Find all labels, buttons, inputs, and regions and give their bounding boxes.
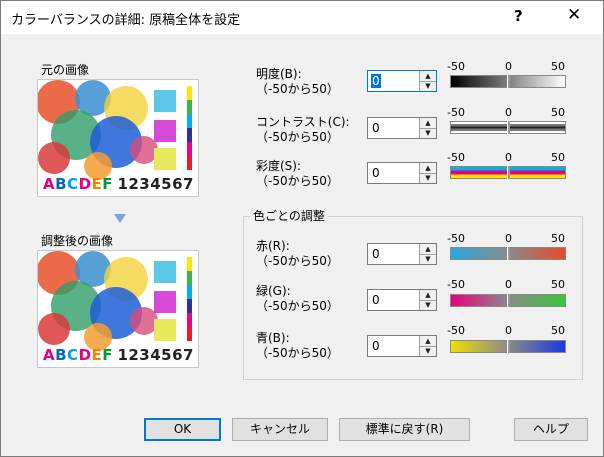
adjusted-image-label: 調整後の画像	[41, 234, 114, 248]
original-image-label: 元の画像	[41, 63, 90, 77]
scale-mid: 0	[505, 60, 512, 73]
slider-thumb[interactable]	[507, 121, 510, 134]
green-value[interactable]: 0	[372, 293, 380, 307]
scale-mid: 0	[505, 278, 512, 291]
green-spinner[interactable]: 0 ▲ ▼	[367, 289, 437, 311]
sample-letter: E	[91, 175, 103, 193]
red-value[interactable]: 0	[372, 247, 380, 261]
help-icon[interactable]: ?	[514, 7, 523, 25]
scale-min: -50	[447, 324, 465, 337]
brightness-down-button[interactable]: ▼	[420, 81, 436, 91]
slider-thumb[interactable]	[507, 247, 510, 260]
brightness-spinner[interactable]: 0 ▲ ▼	[367, 70, 437, 92]
saturation-down-button[interactable]: ▼	[420, 173, 436, 183]
scale-mid: 0	[505, 324, 512, 337]
slider-thumb[interactable]	[507, 166, 510, 179]
title-bar: カラーバランスの詳細: 原稿全体を設定 ? ✕	[1, 1, 603, 34]
blue-slider[interactable]	[450, 340, 566, 353]
reset-button[interactable]: 標準に戻す(R)	[339, 418, 470, 441]
sample-letter: D	[78, 175, 92, 193]
sample-text-numbers: 1234567	[117, 175, 194, 193]
sample-letter: F	[102, 346, 114, 364]
contrast-spinner[interactable]: 0 ▲ ▼	[367, 117, 437, 139]
scale-min: -50	[447, 278, 465, 291]
sample-letter: D	[78, 346, 92, 364]
blue-value[interactable]: 0	[372, 339, 380, 353]
scale-min: -50	[447, 60, 465, 73]
scale-mid: 0	[505, 232, 512, 245]
sample-text-abc: ABCDEF	[43, 346, 113, 364]
scale-max: 50	[551, 151, 565, 164]
color-balance-dialog: カラーバランスの詳細: 原稿全体を設定 ? ✕ 元の画像 ABCDEF 1234…	[0, 0, 604, 457]
scale-max: 50	[551, 106, 565, 119]
red-spinner[interactable]: 0 ▲ ▼	[367, 243, 437, 265]
brightness-value[interactable]: 0	[371, 74, 381, 88]
sample-letter: E	[91, 346, 103, 364]
red-down-button[interactable]: ▼	[420, 254, 436, 264]
scale-max: 50	[551, 278, 565, 291]
contrast-slider[interactable]	[450, 121, 566, 134]
close-icon[interactable]: ✕	[567, 5, 581, 25]
blue-spinner[interactable]: 0 ▲ ▼	[367, 335, 437, 357]
sample-letter: B	[55, 175, 68, 193]
contrast-label: コントラスト(C): （-50から50）	[256, 115, 350, 144]
saturation-spinner[interactable]: 0 ▲ ▼	[367, 162, 437, 184]
slider-thumb[interactable]	[507, 75, 510, 88]
scale-min: -50	[447, 232, 465, 245]
sample-text-abc: ABCDEF	[43, 175, 113, 193]
blue-label: 青(B): （-50から50）	[256, 331, 339, 360]
cancel-button[interactable]: キャンセル	[232, 418, 328, 441]
color-adjust-group-title: 色ごとの調整	[250, 207, 328, 224]
sample-text-numbers: 1234567	[117, 346, 194, 364]
window-title: カラーバランスの詳細: 原稿全体を設定	[11, 13, 241, 28]
adjusted-image-preview: ABCDEF 1234567	[37, 250, 199, 368]
contrast-value[interactable]: 0	[372, 121, 380, 135]
saturation-value[interactable]: 0	[372, 166, 380, 180]
ok-button[interactable]: OK	[144, 418, 221, 441]
green-label: 緑(G): （-50から50）	[256, 284, 339, 313]
saturation-slider[interactable]	[450, 166, 566, 179]
brightness-label: 明度(B): （-50から50）	[256, 67, 339, 96]
sample-letter: C	[67, 175, 79, 193]
original-image-preview: ABCDEF 1234567	[37, 79, 199, 197]
slider-thumb[interactable]	[507, 340, 510, 353]
scale-mid: 0	[505, 151, 512, 164]
brightness-slider[interactable]	[450, 75, 566, 88]
green-slider[interactable]	[450, 294, 566, 307]
scale-max: 50	[551, 232, 565, 245]
sample-letter: F	[102, 175, 114, 193]
scale-min: -50	[447, 106, 465, 119]
green-down-button[interactable]: ▼	[420, 300, 436, 310]
sample-letter: A	[43, 175, 56, 193]
slider-thumb[interactable]	[507, 294, 510, 307]
down-arrow-icon	[114, 214, 126, 223]
help-button[interactable]: ヘルプ	[514, 418, 588, 441]
red-slider[interactable]	[450, 247, 566, 260]
sample-letter: A	[43, 346, 56, 364]
scale-max: 50	[551, 324, 565, 337]
scale-mid: 0	[505, 106, 512, 119]
contrast-down-button[interactable]: ▼	[420, 128, 436, 138]
scale-min: -50	[447, 151, 465, 164]
blue-down-button[interactable]: ▼	[420, 346, 436, 356]
sample-letter: B	[55, 346, 68, 364]
saturation-label: 彩度(S): （-50から50）	[256, 159, 339, 188]
red-label: 赤(R): （-50から50）	[256, 239, 339, 268]
sample-letter: C	[67, 346, 79, 364]
scale-max: 50	[551, 60, 565, 73]
